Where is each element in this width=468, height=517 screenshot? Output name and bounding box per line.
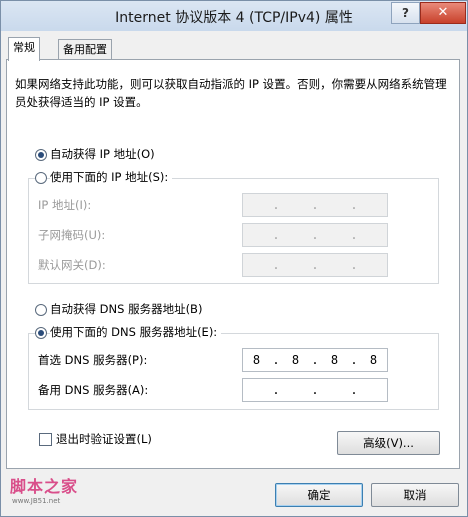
ip-octet: 8: [369, 353, 378, 367]
ip-octet: 8: [252, 353, 261, 367]
help-button[interactable]: ?: [391, 2, 420, 24]
preferred-dns-label: 首选 DNS 服务器(P):: [38, 353, 148, 367]
manual-dns-label[interactable]: 使用下面的 DNS 服务器地址(E):: [50, 324, 222, 340]
validate-label[interactable]: 退出时验证设置(L): [56, 431, 152, 447]
manual-dns-radio[interactable]: [35, 327, 47, 339]
auto-dns-radio[interactable]: [35, 304, 47, 316]
validate-checkbox[interactable]: [39, 433, 52, 446]
ip-address-label: IP 地址(I):: [38, 198, 92, 212]
watermark-main: 脚本之家: [10, 477, 79, 496]
ok-button[interactable]: 确定: [275, 483, 363, 507]
tab-general[interactable]: 常规: [8, 37, 40, 61]
title-bar[interactable]: Internet 协议版本 4 (TCP/IPv4) 属性 ? ✕: [1, 1, 467, 31]
tab-alternate-config[interactable]: 备用配置: [58, 39, 112, 60]
cancel-button[interactable]: 取消: [371, 483, 459, 507]
default-gateway-field[interactable]: ...: [242, 253, 388, 277]
description-text: 如果网络支持此功能，则可以获取自动指派的 IP 设置。否则，你需要从网络系统管理…: [15, 77, 447, 109]
close-button[interactable]: ✕: [420, 2, 466, 24]
manual-ip-label[interactable]: 使用下面的 IP 地址(S):: [50, 169, 173, 185]
alternate-dns-label: 备用 DNS 服务器(A):: [38, 383, 149, 397]
watermark-logo: 脚本之家 www.JB51.net: [10, 473, 78, 505]
auto-dns-label[interactable]: 自动获得 DNS 服务器地址(B): [50, 301, 202, 317]
alternate-dns-field[interactable]: ...: [242, 378, 388, 402]
auto-ip-label[interactable]: 自动获得 IP 地址(O): [50, 146, 155, 162]
advanced-button[interactable]: 高级(V)...: [337, 431, 440, 455]
preferred-dns-field[interactable]: 8.8.8.8: [242, 348, 388, 372]
watermark-sub: www.JB51.net: [12, 497, 61, 505]
subnet-mask-field[interactable]: ...: [242, 223, 388, 247]
manual-ip-radio[interactable]: [35, 172, 47, 184]
default-gateway-label: 默认网关(D):: [38, 258, 106, 272]
auto-ip-radio[interactable]: [35, 149, 47, 161]
subnet-mask-label: 子网掩码(U):: [38, 228, 106, 242]
ip-octet: 8: [330, 353, 339, 367]
ip-octet: 8: [291, 353, 300, 367]
ip-address-field[interactable]: ...: [242, 193, 388, 217]
